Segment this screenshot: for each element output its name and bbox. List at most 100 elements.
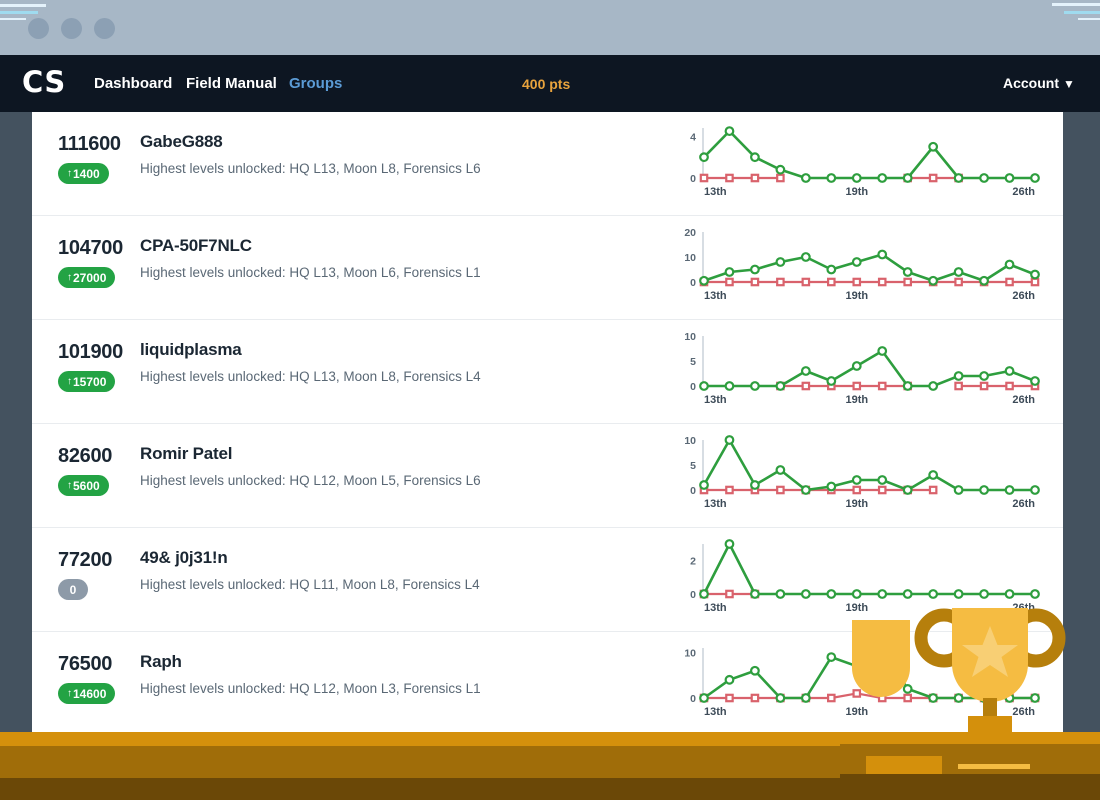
y-axis-tick-label: 5 [690, 460, 696, 472]
y-axis-tick-label: 2 [690, 556, 696, 568]
chart-point-green [1031, 590, 1039, 598]
username-label[interactable]: Raph [140, 652, 668, 672]
chart-point-green [878, 590, 886, 598]
table-row[interactable]: 104700 ↑27000 CPA-50F7NLC Highest levels un… [32, 216, 1063, 320]
nav-link-dashboard[interactable]: Dashboard [94, 75, 172, 92]
y-axis-tick-label: 4 [690, 131, 696, 143]
y-axis-tick-label: 0 [690, 381, 696, 393]
window-titlebar [0, 0, 1100, 55]
score-column: 772000 [32, 528, 140, 600]
chart-point-green [751, 667, 759, 675]
chart-point-red [879, 487, 885, 493]
chart-point-red [803, 383, 809, 389]
score-value: 104700 [58, 238, 140, 258]
chart-point-red [726, 487, 732, 493]
chart-point-green [1006, 261, 1014, 269]
chart-point-green [955, 486, 963, 494]
status-badge: ↑14600 [58, 683, 115, 704]
chart-point-red [777, 279, 783, 285]
screen-artifact-line [1052, 3, 1100, 6]
x-axis-tick-label: 13th [704, 290, 727, 302]
minimize-dot-icon[interactable] [61, 18, 82, 39]
x-axis-tick-label: 19th [845, 186, 868, 198]
chart-point-green [955, 372, 963, 380]
status-badge: ↑27000 [58, 267, 115, 288]
score-value: 82600 [58, 446, 140, 466]
chart-point-red [879, 383, 885, 389]
badge-value: 5600 [73, 480, 100, 492]
chart-point-green [980, 277, 988, 285]
close-dot-icon[interactable] [28, 18, 49, 39]
y-axis-tick-label: 0 [690, 277, 696, 289]
nav-link-groups[interactable]: Groups [289, 75, 342, 92]
chart-line-green [704, 544, 1035, 594]
username-label[interactable]: GabeG888 [140, 132, 668, 152]
chart-point-green [828, 174, 836, 182]
y-axis-tick-label: 10 [684, 331, 696, 343]
activity-chart: 051013th19th26th [668, 320, 1063, 408]
chart-point-green [929, 382, 937, 390]
chart-point-green [700, 277, 708, 285]
chart-point-green [751, 481, 759, 489]
account-label: Account [1003, 75, 1059, 91]
chart-point-green [802, 694, 810, 702]
levels-unlocked-text: Highest levels unlocked: HQ L13, Moon L6… [140, 264, 668, 282]
y-axis-tick-label: 20 [684, 227, 696, 239]
chart-point-red [828, 279, 834, 285]
trophy-illustration [840, 598, 1100, 800]
arrow-up-icon: ↑ [67, 169, 72, 179]
chart-point-green [700, 694, 708, 702]
score-value: 101900 [58, 342, 140, 362]
screen-artifact-line [0, 4, 46, 7]
user-info-column: liquidplasmaHighest levels unlocked: HQ … [140, 320, 668, 386]
arrow-up-icon: ↑ [67, 689, 72, 699]
chart-point-green [802, 590, 810, 598]
chart-point-green [777, 382, 785, 390]
chart-point-green [828, 590, 836, 598]
chart-point-green [751, 382, 759, 390]
table-row[interactable]: 82600↑5600Romir PatelHighest levels unlo… [32, 424, 1063, 528]
chart-point-green [904, 486, 912, 494]
nav-link-field-manual[interactable]: Field Manual [186, 75, 277, 92]
chart-point-red [803, 279, 809, 285]
chart-point-red [854, 487, 860, 493]
username-label[interactable]: liquidplasma [140, 340, 668, 360]
table-row[interactable]: 101900↑15700liquidplasmaHighest levels u… [32, 320, 1063, 424]
cs-logo[interactable]: CS [22, 68, 66, 97]
chart-point-green [1006, 367, 1014, 375]
chart-point-red [752, 279, 758, 285]
username-label[interactable]: 49& j0j31!n [140, 548, 668, 568]
score-column: 101900↑15700 [32, 320, 140, 392]
chart-point-red [1006, 383, 1012, 389]
y-axis-tick-label: 0 [690, 485, 696, 497]
screen-artifact-line [1064, 11, 1100, 14]
chart-line-green [704, 351, 1035, 386]
chart-point-green [904, 174, 912, 182]
arrow-up-icon: ↑ [67, 377, 72, 387]
chart-point-green [929, 590, 937, 598]
status-badge: 0 [58, 579, 88, 600]
account-menu-button[interactable]: Account▼ [1003, 75, 1075, 91]
chart-point-green [929, 143, 937, 151]
chart-point-red [1006, 279, 1012, 285]
table-row[interactable]: 111600↑1400GabeG888Highest levels unlock… [32, 112, 1063, 216]
chart-point-red [904, 279, 910, 285]
chart-point-green [802, 486, 810, 494]
x-axis-tick-label: 13th [704, 186, 727, 198]
chart-point-red [930, 175, 936, 181]
chart-point-red [981, 383, 987, 389]
chart-point-green [980, 590, 988, 598]
arrow-up-icon: ↑ [67, 481, 72, 491]
chart-point-green [955, 590, 963, 598]
chart-point-green [777, 694, 785, 702]
chart-point-green [853, 174, 861, 182]
username-label[interactable]: CPA-50F7NLC [140, 236, 668, 256]
username-label[interactable]: Romir Patel [140, 444, 668, 464]
x-axis-tick-label: 13th [704, 394, 727, 406]
chart-point-green [980, 486, 988, 494]
score-value: 76500 [58, 654, 140, 674]
maximize-dot-icon[interactable] [94, 18, 115, 39]
chart-point-green [853, 258, 861, 266]
chart-point-red [726, 175, 732, 181]
badge-value: 1400 [73, 168, 100, 180]
